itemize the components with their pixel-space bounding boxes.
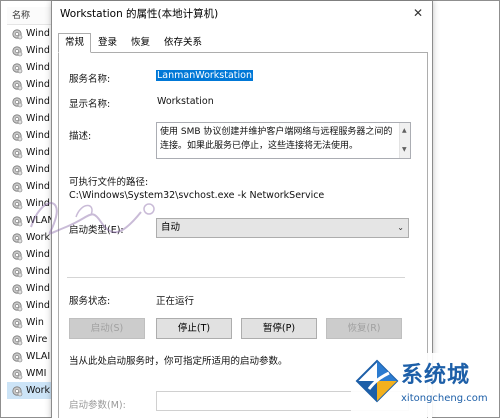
tab-logon[interactable]: 登录: [91, 33, 124, 52]
stop-button[interactable]: 停止(T): [156, 318, 232, 339]
service-row-label: Work: [26, 385, 51, 396]
service-row-label: Wind: [26, 249, 50, 260]
service-row-label: Wind: [26, 45, 50, 56]
chevron-down-icon: ⌄: [397, 223, 404, 232]
gear-icon: [12, 300, 23, 311]
service-name-label: 服务名称:: [69, 74, 111, 85]
resume-button[interactable]: 恢复(R): [326, 318, 402, 339]
dialog-title: Workstation 的属性(本地计算机): [60, 7, 219, 20]
gear-icon: [12, 79, 23, 90]
gear-icon: [12, 317, 23, 328]
service-row-label: WLAI: [26, 351, 51, 362]
gear-icon: [12, 45, 23, 56]
title-bar: Workstation 的属性(本地计算机) ✕: [52, 1, 432, 25]
screenshot-frame: 名称 Wind Wind Wind Wind Wind Wind Wind Wind Wind W…: [0, 0, 500, 418]
tab-dependencies[interactable]: 依存关系: [157, 33, 209, 52]
site-url: xitongcheng.com: [401, 393, 488, 404]
separator: [67, 277, 405, 278]
service-row-label: Wind: [26, 266, 50, 277]
service-row-label: Wind: [26, 130, 50, 141]
gear-icon: [12, 266, 23, 277]
gear-icon: [12, 385, 23, 396]
gear-icon: [12, 28, 23, 39]
description-box[interactable]: 使用 SMB 协议创建并维护客户端网络与远程服务器之间的连接。如果此服务已停止，…: [156, 122, 411, 159]
description-text: 使用 SMB 协议创建并维护客户端网络与远程服务器之间的连接。如果此服务已停止，…: [160, 127, 393, 151]
service-row-label: Wind: [26, 113, 50, 124]
start-params-hint: 当从此处启动服务时，你可指定所适用的启动参数。: [69, 356, 288, 367]
gear-icon: [12, 62, 23, 73]
service-name-text: LanmanWorkstation: [156, 70, 253, 81]
service-row-label: Wire: [26, 334, 48, 345]
site-name: 系统城: [401, 363, 471, 388]
tab-strip: 常规 登录 恢复 依存关系: [58, 33, 209, 53]
gear-icon: [12, 351, 23, 362]
description-label: 描述:: [69, 131, 92, 142]
close-icon[interactable]: ✕: [404, 1, 432, 25]
exe-path-label: 可执行文件的路径:: [69, 177, 149, 188]
gear-icon: [12, 283, 23, 294]
tab-general[interactable]: 常规: [58, 33, 92, 53]
gear-icon: [12, 249, 23, 260]
gear-icon: [12, 368, 23, 379]
service-row-label: WMI: [26, 368, 47, 379]
display-name-label: 显示名称:: [69, 99, 111, 110]
site-watermark: 系统城 xitongcheng.com: [351, 353, 499, 417]
startup-type-select[interactable]: 自动 ⌄: [156, 218, 409, 238]
status-label: 服务状态:: [69, 296, 111, 307]
service-row-label: Wind: [26, 96, 50, 107]
gear-icon: [12, 147, 23, 158]
gear-icon: [12, 130, 23, 141]
script-watermark: [30, 202, 155, 235]
scroll-down-icon[interactable]: ▼: [402, 143, 407, 157]
service-row-label: Wind: [26, 28, 50, 39]
service-row-label: Wind: [26, 147, 50, 158]
site-logo-icon: [355, 359, 399, 403]
description-scrollbar[interactable]: ▲ ▼: [399, 123, 410, 158]
service-row-label: Win: [26, 317, 44, 328]
gear-icon: [12, 334, 23, 345]
tab-recovery[interactable]: 恢复: [124, 33, 157, 52]
gear-icon: [12, 96, 23, 107]
scroll-up-icon[interactable]: ▲: [402, 124, 407, 138]
service-row-label: Wind: [26, 283, 50, 294]
service-row-label: Wind: [26, 62, 50, 73]
gear-icon: [12, 113, 23, 124]
pause-button[interactable]: 暂停(P): [241, 318, 317, 339]
service-row-label: Wind: [26, 300, 50, 311]
service-name-value[interactable]: LanmanWorkstation: [156, 70, 253, 81]
start-button[interactable]: 启动(S): [69, 318, 145, 339]
status-value: 正在运行: [156, 296, 195, 307]
gear-icon: [12, 164, 23, 175]
display-name-value[interactable]: Workstation: [157, 96, 214, 107]
start-params-label: 启动参数(M):: [69, 400, 126, 411]
service-row-label: Wind: [26, 164, 50, 175]
service-row-label: Wind: [26, 79, 50, 90]
